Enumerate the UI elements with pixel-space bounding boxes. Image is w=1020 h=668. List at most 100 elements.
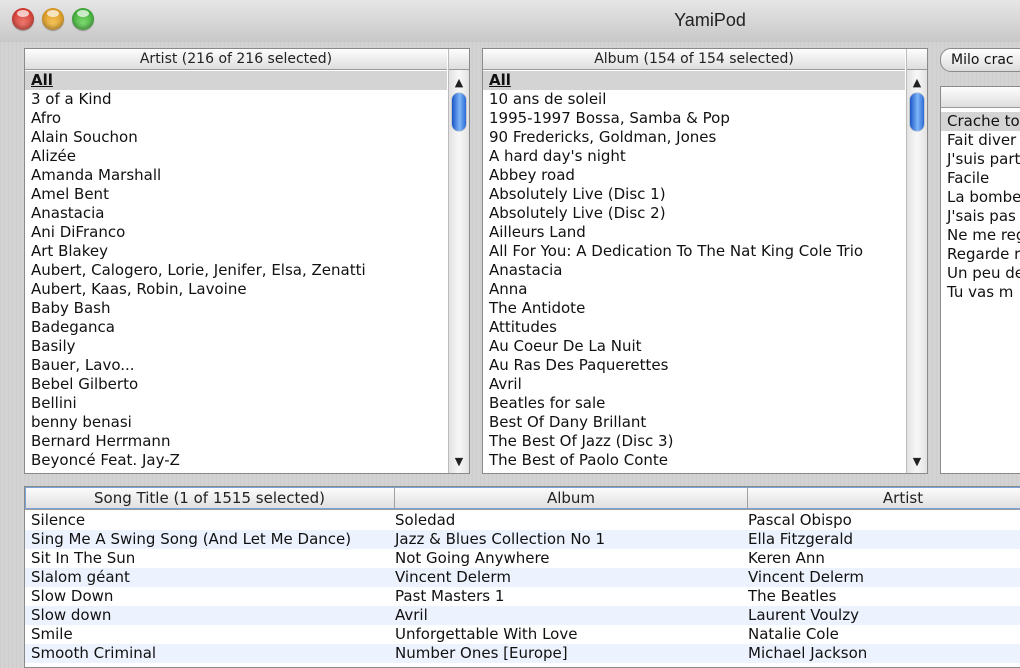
playlist-list: Crache to Fait diver J'suis part Facile La b… xyxy=(941,112,1020,302)
list-item[interactable]: Bellini xyxy=(25,394,447,413)
list-item[interactable]: Amanda Marshall xyxy=(25,166,447,185)
list-item[interactable]: Absolutely Live (Disc 2) xyxy=(483,204,905,223)
table-row[interactable]: Sit In The Sun Not Going Anywhere Keren An… xyxy=(25,549,1020,568)
album-cell: Past Masters 1 xyxy=(395,587,505,605)
song-title-cell: Sing Me A Swing Song (And Let Me Dance) xyxy=(31,530,352,548)
table-row[interactable]: Slow Down Past Masters 1 The Beatles xyxy=(25,587,1020,606)
artist-cell: Keren Ann xyxy=(748,549,825,567)
list-item[interactable]: Fait diver xyxy=(941,131,1020,150)
table-row[interactable]: Smile Unforgettable With Love Natalie Cole xyxy=(25,625,1020,644)
list-item[interactable]: Art Blakey xyxy=(25,242,447,261)
list-item[interactable]: The Best of Paolo Conte xyxy=(483,451,905,470)
list-item[interactable]: The Antidote xyxy=(483,299,905,318)
scroll-thumb[interactable] xyxy=(910,93,924,131)
artist-column-header[interactable]: Artist xyxy=(748,487,1020,509)
artist-browser: Artist (216 of 216 selected) All 3 of a K… xyxy=(24,48,470,474)
list-item[interactable]: Avril xyxy=(483,375,905,394)
list-item[interactable]: Ani DiFranco xyxy=(25,223,447,242)
album-column-header[interactable]: Album (154 of 154 selected) xyxy=(483,49,905,70)
list-item[interactable]: Aubert, Kaas, Robin, Lavoine xyxy=(25,280,447,299)
list-item[interactable]: Basily xyxy=(25,337,447,356)
list-item[interactable]: Crache to xyxy=(941,112,1020,131)
list-item[interactable]: Aubert, Calogero, Lorie, Jenifer, Elsa, … xyxy=(25,261,447,280)
list-item[interactable]: Absolutely Live (Disc 1) xyxy=(483,185,905,204)
artist-cell: Ella Fitzgerald xyxy=(748,530,854,548)
list-item[interactable]: Ailleurs Land xyxy=(483,223,905,242)
song-table-header: Song Title (1 of 1515 selected) Album Ar… xyxy=(25,487,1020,510)
song-title-cell: Slow down xyxy=(31,606,112,624)
playlist-panel: Crache to Fait diver J'suis part Facile La b… xyxy=(940,86,1020,474)
album-scrollbar[interactable]: ▲ ▼ xyxy=(906,49,927,473)
zoom-button[interactable] xyxy=(72,8,94,30)
list-item[interactable]: benny benasi xyxy=(25,413,447,432)
window-title: YamiPod xyxy=(674,10,746,30)
artist-scrollbar[interactable]: ▲ ▼ xyxy=(448,49,469,473)
list-item[interactable]: All For You: A Dedication To The Nat Kin… xyxy=(483,242,905,261)
list-item[interactable]: Amel Bent xyxy=(25,185,447,204)
scroll-up-arrow-icon[interactable]: ▲ xyxy=(449,74,469,92)
list-item[interactable]: Abbey road xyxy=(483,166,905,185)
close-button[interactable] xyxy=(12,8,34,30)
list-item[interactable]: Regarde r xyxy=(941,245,1020,264)
list-item[interactable]: Beyoncé Feat. Jay-Z xyxy=(25,451,447,470)
artist-list: All 3 of a Kind Afro Alain Souchon Alizée Ama… xyxy=(25,71,447,470)
list-item[interactable]: Best Of Dany Brillant xyxy=(483,413,905,432)
table-row[interactable]: Smooth Criminal Number Ones [Europe] Micha… xyxy=(25,644,1020,663)
album-cell: Jazz & Blues Collection No 1 xyxy=(395,530,606,548)
list-item[interactable]: Anna xyxy=(483,280,905,299)
album-browser: Album (154 of 154 selected) All 10 ans de… xyxy=(482,48,928,474)
list-item[interactable]: Tu vas m xyxy=(941,283,1020,302)
scroll-thumb[interactable] xyxy=(452,93,466,131)
list-item[interactable]: 10 ans de soleil xyxy=(483,90,905,109)
list-item[interactable]: La bombe xyxy=(941,188,1020,207)
list-item[interactable]: The Best Of Jazz (Disc 3) xyxy=(483,432,905,451)
scroll-up-arrow-icon[interactable]: ▲ xyxy=(907,74,927,92)
list-item[interactable]: Afro xyxy=(25,109,447,128)
table-row[interactable]: Sing Me A Swing Song (And Let Me Dance) J… xyxy=(25,530,1020,549)
list-item[interactable]: Anastacia xyxy=(25,204,447,223)
table-row[interactable]: Slalom géant Vincent Delerm Vincent Delerm xyxy=(25,568,1020,587)
list-item[interactable]: Au Coeur De La Nuit xyxy=(483,337,905,356)
minimize-button[interactable] xyxy=(42,8,64,30)
list-item[interactable]: All xyxy=(25,71,447,90)
table-row[interactable]: Slow down Avril Laurent Voulzy xyxy=(25,606,1020,625)
list-item[interactable]: A hard day's night xyxy=(483,147,905,166)
album-cell: Not Going Anywhere xyxy=(395,549,550,567)
playlist-column-header[interactable] xyxy=(941,87,1020,108)
list-item[interactable]: Bebel Gilberto xyxy=(25,375,447,394)
table-row[interactable]: Silence Soledad Pascal Obispo xyxy=(25,511,1020,530)
list-item[interactable]: 1995-1997 Bossa, Samba & Pop xyxy=(483,109,905,128)
song-title-column-header[interactable]: Song Title (1 of 1515 selected) xyxy=(25,487,395,509)
scroll-down-arrow-icon[interactable]: ▼ xyxy=(449,453,469,471)
album-cell: Number Ones [Europe] xyxy=(395,644,568,662)
list-item[interactable]: Un peu de xyxy=(941,264,1020,283)
list-item[interactable]: Bernard Herrmann xyxy=(25,432,447,451)
playlist-popup-button[interactable]: Milo crac xyxy=(940,48,1020,72)
list-item[interactable]: Facile xyxy=(941,169,1020,188)
list-item[interactable]: 90 Fredericks, Goldman, Jones xyxy=(483,128,905,147)
list-item[interactable]: J'sais pas xyxy=(941,207,1020,226)
list-item[interactable]: 3 of a Kind xyxy=(25,90,447,109)
list-item[interactable]: Badeganca xyxy=(25,318,447,337)
list-item[interactable]: J'suis part xyxy=(941,150,1020,169)
artist-column-header[interactable]: Artist (216 of 216 selected) xyxy=(25,49,447,70)
list-item[interactable]: Bauer, Lavo... xyxy=(25,356,447,375)
list-item[interactable]: Alizée xyxy=(25,147,447,166)
list-item[interactable]: Attitudes xyxy=(483,318,905,337)
song-table: Song Title (1 of 1515 selected) Album Ar… xyxy=(24,486,1020,668)
song-title-cell: Slalom géant xyxy=(31,568,130,586)
artist-cell: The Beatles xyxy=(748,587,837,605)
list-item[interactable]: Anastacia xyxy=(483,261,905,280)
list-item[interactable]: Baby Bash xyxy=(25,299,447,318)
list-item[interactable]: Beatles for sale xyxy=(483,394,905,413)
album-column-header[interactable]: Album xyxy=(395,487,748,509)
scroll-down-arrow-icon[interactable]: ▼ xyxy=(907,453,927,471)
album-cell: Avril xyxy=(395,606,428,624)
list-item[interactable]: Alain Souchon xyxy=(25,128,447,147)
list-item[interactable]: All xyxy=(483,71,905,90)
artist-cell: Laurent Voulzy xyxy=(748,606,859,624)
scrollbar-header xyxy=(907,49,927,70)
album-list: All 10 ans de soleil 1995-1997 Bossa, Samb… xyxy=(483,71,905,470)
list-item[interactable]: Au Ras Des Paquerettes xyxy=(483,356,905,375)
list-item[interactable]: Ne me reg xyxy=(941,226,1020,245)
